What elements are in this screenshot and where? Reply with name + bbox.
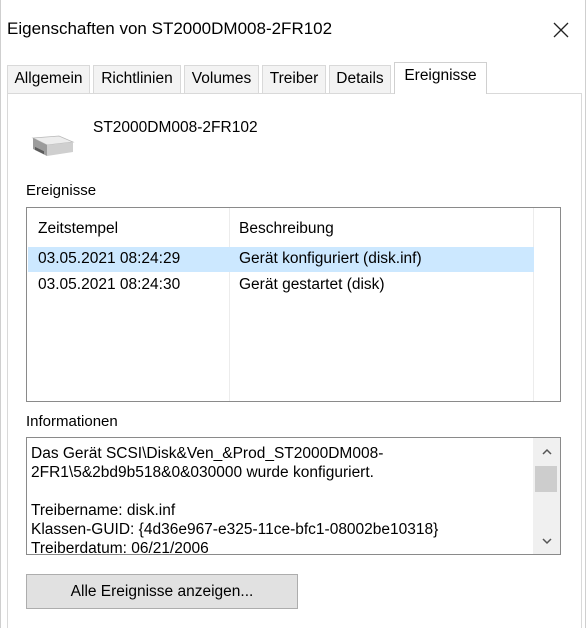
device-name: ST2000DM008-2FR102	[93, 119, 258, 136]
show-all-events-button[interactable]: Alle Ereignisse anzeigen...	[26, 574, 298, 609]
column-header-description[interactable]: Beschreibung	[239, 220, 334, 238]
close-icon	[553, 22, 569, 38]
scroll-thumb[interactable]	[535, 466, 557, 492]
tab-ereignisse[interactable]: Ereignisse	[394, 62, 487, 94]
info-line: 2FR1\5&2bd9b518&0&030000 wurde konfiguri…	[31, 464, 374, 481]
info-line: Das Gerät SCSI\Disk&Ven_&Prod_ST2000DM00…	[31, 445, 384, 462]
vertical-scrollbar[interactable]	[533, 438, 560, 554]
close-button[interactable]	[541, 10, 581, 50]
tab-strip: Allgemein Richtlinien Volumes Treiber De…	[1, 62, 586, 94]
column-header-timestamp[interactable]: Zeitstempel	[38, 220, 118, 238]
properties-dialog: Eigenschaften von ST2000DM008-2FR102 All…	[0, 0, 586, 628]
info-line: Treibername: disk.inf	[31, 502, 176, 519]
column-divider[interactable]	[533, 208, 534, 401]
information-text: Das Gerät SCSI\Disk&Ven_&Prod_ST2000DM00…	[31, 444, 531, 555]
information-section-label: Informationen	[26, 413, 118, 430]
tab-treiber[interactable]: Treiber	[262, 65, 326, 93]
tab-richtlinien[interactable]: Richtlinien	[93, 65, 181, 93]
events-section-label: Ereignisse	[26, 182, 97, 199]
information-textbox[interactable]: Das Gerät SCSI\Disk&Ven_&Prod_ST2000DM00…	[26, 437, 561, 555]
event-description: Gerät gestartet (disk)	[239, 276, 385, 293]
table-row[interactable]: 03.05.2021 08:24:30 Gerät gestartet (dis…	[28, 273, 534, 298]
title-bar: Eigenschaften von ST2000DM008-2FR102	[1, 0, 586, 60]
info-line: Treiberdatum: 06/21/2006	[31, 540, 209, 555]
tab-allgemein[interactable]: Allgemein	[7, 65, 90, 93]
table-row[interactable]: 03.05.2021 08:24:29 Gerät konfiguriert (…	[28, 247, 534, 272]
scroll-down-button[interactable]	[533, 530, 560, 554]
scroll-up-button[interactable]	[533, 440, 560, 464]
event-description: Gerät konfiguriert (disk.inf)	[239, 250, 422, 267]
chevron-down-icon	[542, 538, 552, 545]
chevron-up-icon	[542, 448, 552, 455]
tab-details[interactable]: Details	[329, 65, 391, 93]
events-list[interactable]: Zeitstempel Beschreibung 03.05.2021 08:2…	[26, 207, 561, 402]
info-line: Klassen-GUID: {4d36e967-e325-11ce-bfc1-0…	[31, 521, 439, 538]
event-timestamp: 03.05.2021 08:24:29	[38, 250, 181, 267]
hard-disk-icon	[31, 135, 75, 156]
info-line	[31, 482, 531, 501]
event-timestamp: 03.05.2021 08:24:30	[38, 276, 181, 293]
column-divider[interactable]	[229, 208, 230, 401]
tab-volumes[interactable]: Volumes	[184, 65, 259, 93]
window-title: Eigenschaften von ST2000DM008-2FR102	[7, 19, 333, 38]
